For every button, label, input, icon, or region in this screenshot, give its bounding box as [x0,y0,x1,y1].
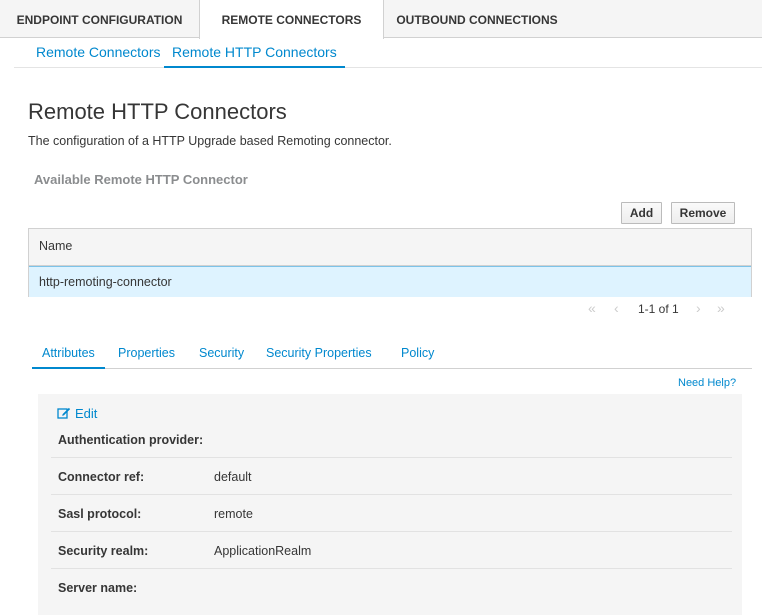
top-tab-bar: ENDPOINT CONFIGURATION REMOTE CONNECTORS… [0,0,762,39]
attr-label: Security realm: [58,544,149,558]
attr-row-server-name: Server name: [51,569,732,606]
tab-remote-connectors[interactable]: REMOTE CONNECTORS [199,0,384,39]
remove-button[interactable]: Remove [671,202,735,224]
attr-label: Server name: [58,581,138,595]
subtab-remote-http-connectors[interactable]: Remote HTTP Connectors [164,38,345,68]
tab-attributes[interactable]: Attributes [32,338,105,369]
sub-tab-bar: Remote Connectors Remote HTTP Connectors [14,38,762,68]
edit-link[interactable]: Edit [57,406,97,421]
attr-label: Connector ref: [58,470,145,484]
attr-row-connector-ref: Connector ref: default [51,458,732,495]
need-help-link[interactable]: Need Help? [678,377,736,389]
edit-label: Edit [75,406,98,421]
double-chevron-left-icon[interactable]: « [588,300,596,316]
connector-table: Name http-remoting-connector [28,228,752,297]
attr-row-sasl-protocol: Sasl protocol: remote [51,495,732,532]
attr-row-security-realm: Security realm: ApplicationRealm [51,532,732,569]
attr-label: Sasl protocol: [58,507,142,521]
table-row[interactable]: http-remoting-connector [29,266,751,297]
tab-outbound-connections[interactable]: OUTBOUND CONNECTIONS [384,0,570,38]
tab-properties[interactable]: Properties [118,338,175,369]
chevron-left-icon[interactable]: ‹ [614,300,619,316]
double-chevron-right-icon[interactable]: » [717,300,725,316]
detail-tab-bar: Attributes Properties Security Security … [32,338,752,369]
attr-value: default [214,470,252,484]
page-title: Remote HTTP Connectors [28,99,287,124]
attr-value: remote [214,507,253,521]
tab-security-properties[interactable]: Security Properties [266,338,372,369]
attributes-panel: Edit Authentication provider: Connector … [38,394,742,615]
chevron-right-icon[interactable]: › [696,300,701,316]
pager-text: 1-1 of 1 [638,302,679,316]
page-description: The configuration of a HTTP Upgrade base… [28,134,392,148]
section-label: Available Remote HTTP Connector [34,172,248,187]
tab-endpoint-configuration[interactable]: ENDPOINT CONFIGURATION [0,0,199,38]
tab-policy[interactable]: Policy [401,338,434,369]
edit-icon [57,407,71,419]
attr-value: ApplicationRealm [214,544,312,558]
attr-label: Authentication provider: [58,433,204,447]
add-button[interactable]: Add [621,202,662,224]
subtab-remote-connectors[interactable]: Remote Connectors [28,38,169,68]
tab-security[interactable]: Security [199,338,244,369]
column-header-name[interactable]: Name [29,229,751,266]
attr-row-authentication-provider: Authentication provider: [51,421,732,458]
